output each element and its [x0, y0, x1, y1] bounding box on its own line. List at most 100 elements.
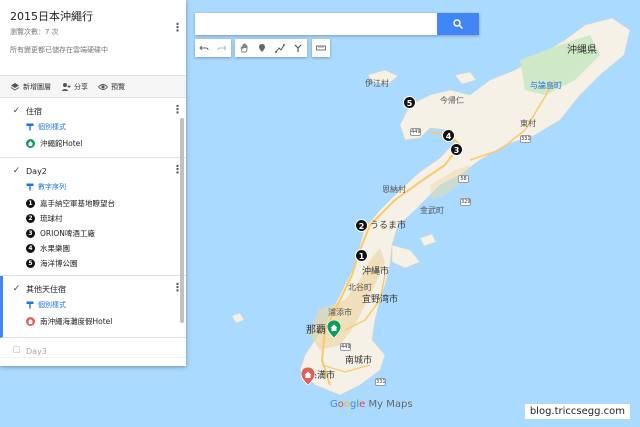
map-label-nakijin: 今帰仁	[440, 96, 464, 105]
layer-day2: ✓ Day2 ⋮ 數字序列 1 嘉手納空軍基地瞭望台 2 琉球村 3 ORION…	[0, 158, 186, 276]
google-my-maps-logo: Google My Maps	[330, 399, 413, 410]
place-name: 南沖繩海灘度假Hotel	[40, 317, 113, 326]
map-label-yoronto: 与論島町	[530, 81, 562, 90]
add-person-icon	[61, 82, 71, 91]
add-directions-button[interactable]	[289, 39, 307, 57]
map-legend-panel: 2015日本沖繩行 瀏覽次數：7 次 所有變更都已儲存在雲端硬碟中 ⋮ 新增圖層…	[0, 0, 186, 366]
layer-name[interactable]: 其他天住宿	[26, 284, 66, 295]
saved-status: 所有變更都已儲存在雲端硬碟中	[10, 46, 108, 54]
measure-tool-group	[312, 39, 330, 57]
home-icon	[26, 139, 35, 148]
ruler-icon	[316, 45, 326, 51]
map-title[interactable]: 2015日本沖繩行	[10, 8, 176, 24]
share-button[interactable]: 分享	[61, 82, 88, 92]
map-marker-1[interactable]: 1	[355, 249, 368, 262]
route-shield: 331	[520, 135, 531, 143]
list-item[interactable]: 沖繩館Hotel	[26, 136, 176, 151]
layer-day3: ☐ Day3	[0, 338, 186, 358]
map-label-higashi: 東村	[520, 119, 536, 128]
layer-options-button[interactable]: ⋮	[172, 164, 183, 175]
map-label-naha: 那覇	[306, 325, 326, 336]
layer-style-label: 數字序列	[38, 183, 66, 191]
map-label-okinawa-pref: 沖縄県	[567, 45, 597, 56]
layer-accommodation: ✓ 住宿 ⋮ 個別樣式 沖繩館Hotel	[0, 98, 186, 158]
layer-visibility-checkbox[interactable]: ☐	[12, 346, 21, 356]
hand-icon	[240, 43, 248, 53]
logo-letter: G	[330, 399, 338, 410]
number-marker-icon: 4	[26, 244, 35, 253]
blog-watermark: blog.triccsegg.com	[524, 404, 630, 419]
redo-button[interactable]	[213, 39, 231, 57]
map-label-ginowan: 宜野湾市	[362, 295, 399, 305]
route-shield: 329	[460, 198, 471, 206]
directions-icon	[294, 44, 302, 52]
pan-tool-button[interactable]	[235, 39, 253, 57]
paint-roller-icon	[26, 123, 34, 131]
route-shield: 449	[410, 128, 421, 136]
eye-icon	[98, 83, 108, 90]
number-marker-icon: 2	[26, 214, 35, 223]
map-marker-4[interactable]: 4	[442, 129, 455, 142]
view-count: 瀏覽次數：7 次	[10, 28, 59, 36]
layer-style-link[interactable]: 個別樣式	[26, 300, 176, 310]
home-icon	[26, 317, 35, 326]
redo-icon	[217, 45, 227, 51]
route-shield: 449	[340, 343, 351, 351]
draw-line-button[interactable]	[271, 39, 289, 57]
number-marker-icon: 3	[26, 229, 35, 238]
map-marker-5[interactable]: 5	[403, 96, 416, 109]
panel-header: 2015日本沖繩行 瀏覽次數：7 次 所有變更都已儲存在雲端硬碟中 ⋮	[0, 0, 186, 76]
preview-button[interactable]: 預覽	[98, 82, 125, 92]
number-marker-icon: 5	[26, 259, 35, 268]
place-name: 海洋博公園	[40, 259, 78, 268]
hotel-marker-red[interactable]	[301, 367, 315, 385]
add-marker-button[interactable]	[253, 39, 271, 57]
map-options-button[interactable]: ⋮	[172, 22, 183, 33]
list-item[interactable]: 4 水果樂園	[26, 241, 176, 256]
place-name: 嘉手納空軍基地瞭望台	[40, 199, 115, 208]
layer-options-button[interactable]: ⋮	[172, 282, 183, 293]
layer-options-button[interactable]: ⋮	[172, 104, 183, 115]
place-name: 水果樂園	[40, 244, 70, 253]
place-name: ORION啤酒工廠	[40, 229, 95, 238]
add-layer-label: 新增圖層	[23, 82, 51, 91]
layer-visibility-checkbox[interactable]: ✓	[12, 106, 21, 116]
layer-name[interactable]: Day3	[26, 347, 47, 356]
list-item[interactable]: 2 琉球村	[26, 211, 176, 226]
undo-icon	[199, 45, 209, 51]
list-item[interactable]: 5 海洋博公園	[26, 256, 176, 271]
layer-name[interactable]: Day2	[26, 167, 47, 176]
share-label: 分享	[74, 82, 88, 91]
number-marker-icon: 1	[26, 199, 35, 208]
map-marker-2[interactable]: 2	[355, 219, 368, 232]
edit-tools-group	[235, 39, 307, 57]
route-shield: 58	[458, 175, 469, 183]
measure-distance-button[interactable]	[312, 39, 330, 57]
panel-scrollbar[interactable]	[180, 118, 184, 323]
list-item[interactable]: 3 ORION啤酒工廠	[26, 226, 176, 241]
layer-style-label: 個別樣式	[38, 301, 66, 309]
layer-style-label: 個別樣式	[38, 123, 66, 131]
map-marker-3[interactable]: 3	[450, 143, 463, 156]
search-input[interactable]	[195, 13, 437, 35]
route-shield: 331	[375, 378, 386, 386]
preview-label: 預覽	[111, 82, 125, 91]
marker-icon	[259, 44, 265, 52]
hotel-marker-green[interactable]	[327, 320, 341, 338]
paint-roller-icon	[26, 183, 34, 191]
layer-visibility-checkbox[interactable]: ✓	[12, 284, 21, 294]
search-button[interactable]	[437, 13, 479, 35]
layer-name[interactable]: 住宿	[26, 106, 42, 117]
place-name: 沖繩館Hotel	[40, 139, 83, 148]
add-layer-button[interactable]: 新增圖層	[10, 82, 51, 92]
layer-style-link[interactable]: 數字序列	[26, 182, 176, 192]
search-icon	[453, 19, 463, 29]
layer-style-link[interactable]: 個別樣式	[26, 122, 176, 132]
panel-toolbar: 新增圖層 分享 預覽	[0, 76, 186, 98]
undo-button[interactable]	[195, 39, 213, 57]
layer-visibility-checkbox[interactable]: ✓	[12, 166, 21, 176]
list-item[interactable]: 1 嘉手納空軍基地瞭望台	[26, 196, 176, 211]
list-item[interactable]: 南沖繩海灘度假Hotel	[26, 314, 176, 329]
place-name: 琉球村	[40, 214, 63, 223]
my-maps-label: My Maps	[368, 399, 413, 410]
